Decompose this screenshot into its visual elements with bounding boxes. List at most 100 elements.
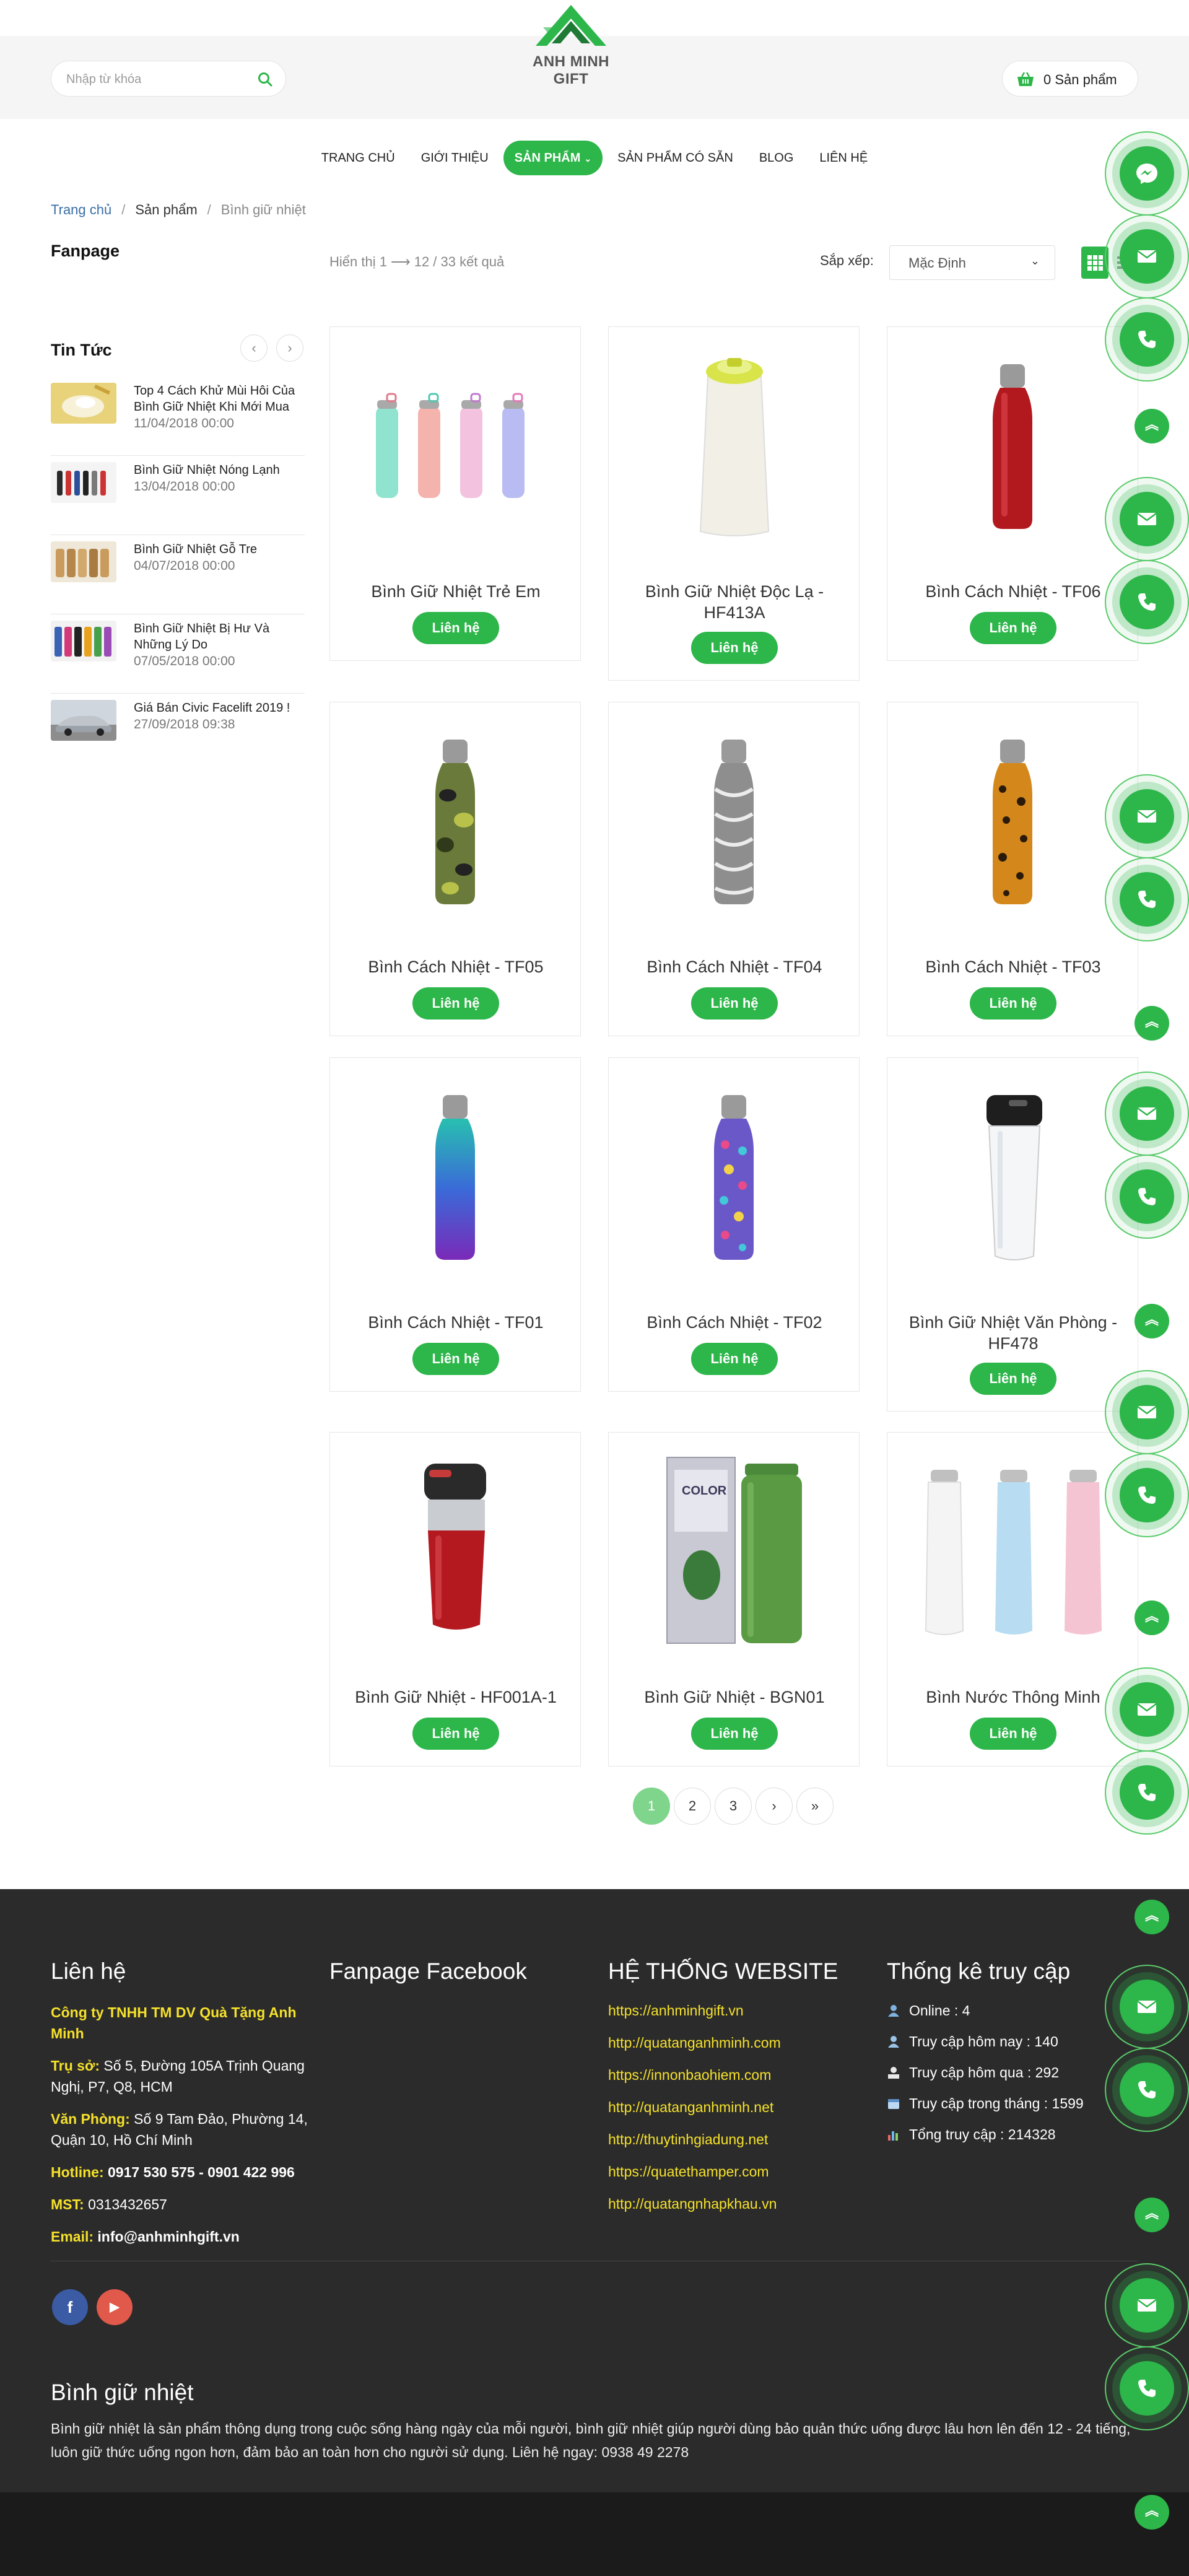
product-card[interactable]: Bình Cách Nhiệt - TF04 Liên hệ	[608, 702, 860, 1036]
product-image[interactable]	[336, 333, 574, 544]
website-link[interactable]: https://anhminhgift.vn	[608, 2002, 838, 2019]
product-card[interactable]: Bình Cách Nhiệt - TF02 Liên hệ	[608, 1057, 860, 1392]
next-page-button[interactable]: ›	[756, 1788, 793, 1825]
back-to-top-icon[interactable]: ︽	[1135, 1304, 1169, 1338]
sort-select[interactable]: Mặc Định ⌄	[889, 245, 1055, 280]
phone-float-button[interactable]	[1105, 857, 1189, 941]
news-item-title[interactable]: Bình Giữ Nhiệt Bị Hư Và Những Lý Do	[134, 621, 305, 653]
nav-item-home[interactable]: TRANG CHỦ	[310, 141, 406, 175]
nav-item-in-stock[interactable]: SẢN PHẨM CÓ SẴN	[606, 141, 744, 175]
news-item[interactable]: Bình Giữ Nhiệt Nóng Lạnh 13/04/2018 00:0…	[51, 456, 305, 535]
product-image[interactable]	[336, 1064, 574, 1275]
product-image[interactable]	[336, 1439, 574, 1649]
product-image[interactable]	[615, 333, 853, 544]
contact-button[interactable]: Liên hệ	[691, 1718, 778, 1750]
phone-float-button[interactable]	[1105, 1453, 1189, 1537]
product-name[interactable]: Bình Cách Nhiệt - TF02	[615, 1312, 854, 1333]
contact-button[interactable]: Liên hệ	[970, 987, 1056, 1019]
product-image[interactable]	[615, 1064, 853, 1275]
website-link[interactable]: http://quatanganhminh.net	[608, 2098, 838, 2116]
website-link[interactable]: http://quatanganhminh.com	[608, 2034, 838, 2051]
messenger-float-button[interactable]	[1105, 131, 1189, 216]
back-to-top-icon[interactable]: ︽	[1135, 1006, 1169, 1041]
product-image[interactable]: COLOR	[615, 1439, 853, 1649]
contact-button[interactable]: Liên hệ	[412, 1343, 499, 1375]
product-card[interactable]: Bình Giữ Nhiệt Trẻ Em Liên hệ	[329, 326, 581, 661]
product-card[interactable]: Bình Cách Nhiệt - TF01 Liên hệ	[329, 1057, 581, 1392]
nav-item-about[interactable]: GIỚI THIỆU	[410, 141, 500, 175]
back-to-top-icon[interactable]: ︽	[1135, 2198, 1169, 2232]
hotline-value[interactable]: 0917 530 575 - 0901 422 996	[108, 2164, 295, 2180]
breadcrumb-home[interactable]: Trang chủ	[51, 202, 111, 218]
news-item-title[interactable]: Bình Giữ Nhiệt Gỗ Tre	[134, 541, 305, 557]
cart-button[interactable]: 0 Sản phẩm	[1002, 61, 1138, 97]
product-name[interactable]: Bình Giữ Nhiệt - HF001A-1	[336, 1687, 575, 1708]
product-card[interactable]: Bình Giữ Nhiệt Văn Phòng - HF478 Liên hệ	[887, 1057, 1138, 1412]
breadcrumb-category[interactable]: Sản phẩm	[135, 202, 197, 218]
contact-button[interactable]: Liên hệ	[691, 1343, 778, 1375]
contact-button[interactable]: Liên hệ	[970, 612, 1056, 644]
back-to-top-icon[interactable]: ︽	[1135, 1900, 1169, 1934]
phone-float-button[interactable]	[1105, 297, 1189, 382]
nav-item-contact[interactable]: LIÊN HỆ	[808, 141, 879, 175]
news-thumbnail[interactable]	[51, 462, 116, 503]
back-to-top-icon[interactable]: ︽	[1135, 409, 1169, 443]
search-input[interactable]	[66, 70, 252, 89]
contact-button[interactable]: Liên hệ	[412, 612, 499, 644]
product-card[interactable]: Bình Nước Thông Minh Liên hệ	[887, 1432, 1138, 1766]
contact-button[interactable]: Liên hệ	[412, 987, 499, 1019]
mail-float-button[interactable]	[1105, 774, 1189, 858]
page-button-3[interactable]: 3	[715, 1788, 752, 1825]
search-icon[interactable]	[257, 71, 273, 87]
product-name[interactable]: Bình Cách Nhiệt - TF06	[894, 581, 1133, 602]
product-image[interactable]	[615, 709, 853, 919]
product-name[interactable]: Bình Cách Nhiệt - TF05	[336, 956, 575, 977]
page-button-2[interactable]: 2	[674, 1788, 711, 1825]
website-link[interactable]: https://quatethamper.com	[608, 2163, 838, 2180]
news-prev-button[interactable]: ‹	[240, 334, 268, 362]
phone-float-button[interactable]	[1105, 560, 1189, 644]
product-name[interactable]: Bình Cách Nhiệt - TF01	[336, 1312, 575, 1333]
product-image[interactable]	[336, 709, 574, 919]
mail-float-button[interactable]	[1105, 1965, 1189, 2049]
youtube-icon[interactable]: ▶	[97, 2289, 133, 2325]
logo[interactable]: ANH MINH GIFT	[515, 2, 627, 87]
news-thumbnail[interactable]	[51, 541, 116, 582]
news-next-button[interactable]: ›	[276, 334, 303, 362]
news-thumbnail[interactable]	[51, 621, 116, 661]
product-card[interactable]: Bình Cách Nhiệt - TF05 Liên hệ	[329, 702, 581, 1036]
product-image[interactable]	[894, 709, 1131, 919]
news-thumbnail[interactable]	[51, 383, 116, 424]
phone-float-button[interactable]	[1105, 2048, 1189, 2132]
news-item[interactable]: Bình Giữ Nhiệt Gỗ Tre 04/07/2018 00:00	[51, 535, 305, 614]
news-thumbnail[interactable]	[51, 700, 116, 741]
news-item-title[interactable]: Top 4 Cách Khử Mùi Hôi Của Bình Giữ Nhiệ…	[134, 383, 305, 415]
last-page-button[interactable]: »	[796, 1788, 834, 1825]
product-image[interactable]	[894, 1439, 1131, 1649]
product-image[interactable]	[894, 1064, 1131, 1275]
contact-button[interactable]: Liên hệ	[970, 1718, 1056, 1750]
news-item[interactable]: Top 4 Cách Khử Mùi Hôi Của Bình Giữ Nhiệ…	[51, 377, 305, 456]
phone-float-button[interactable]	[1105, 2346, 1189, 2430]
mail-float-button[interactable]	[1105, 1072, 1189, 1156]
page-button-1[interactable]: 1	[633, 1788, 670, 1825]
news-item-title[interactable]: Giá Bán Civic Facelift 2019 !	[134, 700, 305, 716]
contact-button[interactable]: Liên hệ	[691, 632, 778, 664]
nav-item-blog[interactable]: BLOG	[748, 141, 805, 175]
product-name[interactable]: Bình Giữ Nhiệt - BGN01	[615, 1687, 854, 1708]
product-name[interactable]: Bình Cách Nhiệt - TF03	[894, 956, 1133, 977]
news-item[interactable]: Giá Bán Civic Facelift 2019 ! 27/09/2018…	[51, 694, 305, 773]
product-card[interactable]: COLOR Bình Giữ Nhiệt - BGN01 Liên hệ	[608, 1432, 860, 1766]
contact-button[interactable]: Liên hệ	[970, 1363, 1056, 1395]
news-item[interactable]: Bình Giữ Nhiệt Bị Hư Và Những Lý Do 07/0…	[51, 614, 305, 694]
back-to-top-icon[interactable]: ︽	[1135, 1600, 1169, 1635]
mail-float-button[interactable]	[1105, 214, 1189, 299]
mail-float-button[interactable]	[1105, 1370, 1189, 1454]
phone-float-button[interactable]	[1105, 1750, 1189, 1835]
product-name[interactable]: Bình Giữ Nhiệt Văn Phòng - HF478	[894, 1312, 1133, 1354]
search-box[interactable]	[51, 61, 286, 97]
facebook-icon[interactable]: f	[52, 2289, 88, 2325]
product-card[interactable]: Bình Cách Nhiệt - TF06 Liên hệ	[887, 326, 1138, 661]
news-item-title[interactable]: Bình Giữ Nhiệt Nóng Lạnh	[134, 462, 305, 478]
contact-button[interactable]: Liên hệ	[412, 1718, 499, 1750]
